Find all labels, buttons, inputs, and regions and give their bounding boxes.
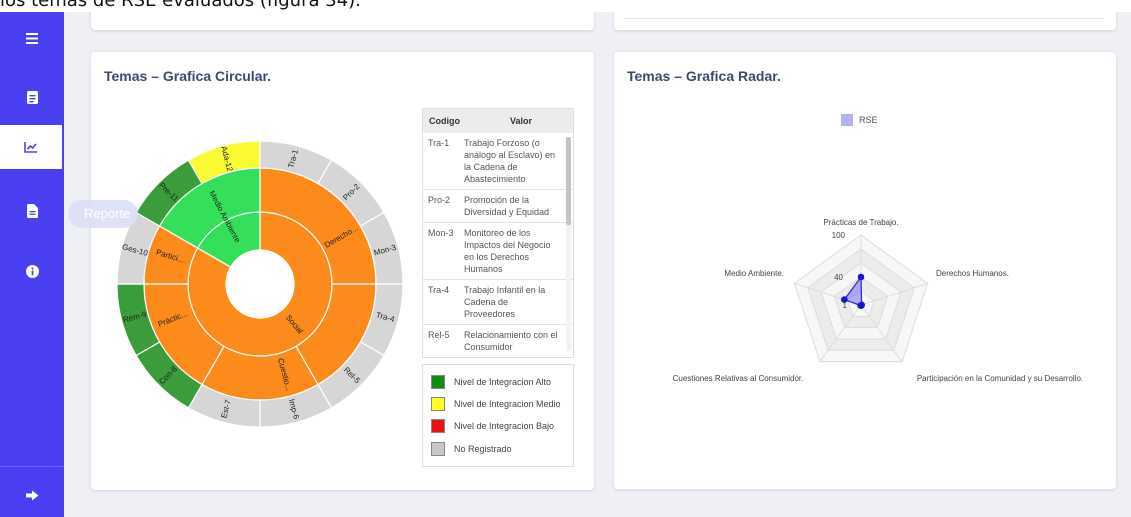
radar-legend[interactable]: RSE xyxy=(841,114,878,126)
radar-chart-card: Temas – Grafica Radar. RSE 100 40 1 Práctic… xyxy=(614,52,1116,489)
legend-level-not-registered[interactable]: No Registrado xyxy=(431,442,512,456)
legend-swatch xyxy=(431,375,445,389)
radar-legend-label: RSE xyxy=(859,115,878,125)
sign-out-icon xyxy=(25,490,38,500)
row-code: Pro-2 xyxy=(428,195,451,205)
divider xyxy=(624,18,1104,19)
integration-level-legend: Nivel de Integracion Alto Nivel de Integ… xyxy=(422,364,574,467)
logout-button[interactable] xyxy=(0,473,64,517)
header-value: Valor xyxy=(509,116,532,126)
legend-label: Nivel de Integracion Bajo xyxy=(454,421,555,431)
file-icon xyxy=(26,204,38,218)
legend-swatch xyxy=(431,419,445,433)
sidebar-item-charts[interactable] xyxy=(0,125,62,169)
radar-axis-label: Medio Ambiente. xyxy=(724,269,784,278)
radar-data-point[interactable] xyxy=(857,302,864,309)
sidebar xyxy=(0,12,64,517)
legend-label: No Registrado xyxy=(454,444,512,454)
row-code: Mon-3 xyxy=(428,228,454,238)
legend-level-high[interactable]: Nivel de Integracion Alto xyxy=(431,375,551,389)
sidebar-item-info[interactable] xyxy=(0,249,64,293)
row-code: Rel-5 xyxy=(428,330,450,340)
table-row: Pro-2 Promoción de la Diversidad y Equida… xyxy=(423,190,573,223)
radar-grid: 100 40 1 Prácticas de Trabajo. Derechos Huma… xyxy=(673,218,1084,383)
document-text: los temas de RSE evaluados (figura 34). xyxy=(0,0,361,11)
legend-swatch xyxy=(431,397,445,411)
legend-level-low[interactable]: Nivel de Integracion Bajo xyxy=(431,419,554,433)
row-code: Tra-1 xyxy=(428,138,450,148)
sunburst-rings: Tra-1Pro-2Mon-3Tra-4Rel-5Imp-6Est-7Con-8… xyxy=(116,140,404,428)
legend-label: Nivel de Integracion Medio xyxy=(454,399,561,409)
table-row: Tra-1 Trabajo Forzoso (o análogo al Escla… xyxy=(423,133,573,190)
sidebar-item-reports[interactable] xyxy=(0,189,64,233)
legend-swatch xyxy=(431,442,445,456)
table-row: Rel-5 Relacionamiento con el Consumidor xyxy=(423,325,573,357)
row-value: Relacionamiento con el Consumidor xyxy=(464,330,558,352)
radar-legend-swatch xyxy=(841,114,853,126)
header-code: Codigo xyxy=(429,116,460,126)
chart-line-icon xyxy=(24,142,37,153)
row-value: Trabajo Infantil en la Cadena de Proveed… xyxy=(464,285,546,319)
row-value: Promoción de la Diversidad y Equidad xyxy=(464,195,550,217)
radar-tick-label: 1 xyxy=(843,301,848,310)
clipboard-icon xyxy=(26,90,38,104)
radar-chart: RSE 100 40 1 Prácticas de Trabajo. Derechos … xyxy=(673,114,1084,383)
radar-axis-label: Prácticas de Trabajo. xyxy=(823,218,898,227)
sidebar-divider xyxy=(0,466,64,467)
radar-tick-label: 100 xyxy=(832,231,846,240)
sunburst-chart: Tra-1Pro-2Mon-3Tra-4Rel-5Imp-6Est-7Con-8… xyxy=(116,140,404,428)
radar-axis-label: Derechos Humanos. xyxy=(936,269,1009,278)
table-scrollbar-thumb[interactable] xyxy=(566,137,571,225)
table-row: Tra-4 Trabajo Infantil en la Cadena de Pr… xyxy=(423,280,573,325)
row-value: Monitoreo de los Impactos del Negocio en… xyxy=(464,228,551,274)
circular-chart-card: Temas – Grafica Circular. Tra-1 Pro-2 Mon-… xyxy=(91,52,594,490)
legend-level-medium[interactable]: Nivel de Integracion Medio xyxy=(431,397,561,411)
legend-label: Nivel de Integracion Alto xyxy=(454,377,552,387)
radar-tick-label: 40 xyxy=(834,273,843,282)
sidebar-item-evaluations[interactable] xyxy=(0,75,64,119)
radar-axis-label: Cuestiones Relativas al Consumidor. xyxy=(673,374,804,383)
topic-code-table: Codigo Valor Tra-1 Trabajo Forzoso (o aná… xyxy=(422,108,574,358)
radar-data-point[interactable] xyxy=(857,273,865,281)
row-value: Trabajo Forzoso (o análogo al Esclavo) e… xyxy=(464,138,556,184)
topic-table-header: Codigo Valor xyxy=(423,109,573,133)
sidebar-tooltip: Reporte xyxy=(68,200,138,228)
menu-icon xyxy=(26,32,38,44)
document-text-strip: los temas de RSE evaluados (figura 34). xyxy=(0,0,1131,12)
radar-axis-label: Participación en la Comunidad y su Desar… xyxy=(917,374,1083,383)
table-row: Mon-3 Monitoreo de los Impactos del Negoc… xyxy=(423,223,573,280)
row-code: Tra-4 xyxy=(428,285,450,295)
menu-toggle-button[interactable] xyxy=(0,16,64,60)
info-icon xyxy=(25,264,39,278)
